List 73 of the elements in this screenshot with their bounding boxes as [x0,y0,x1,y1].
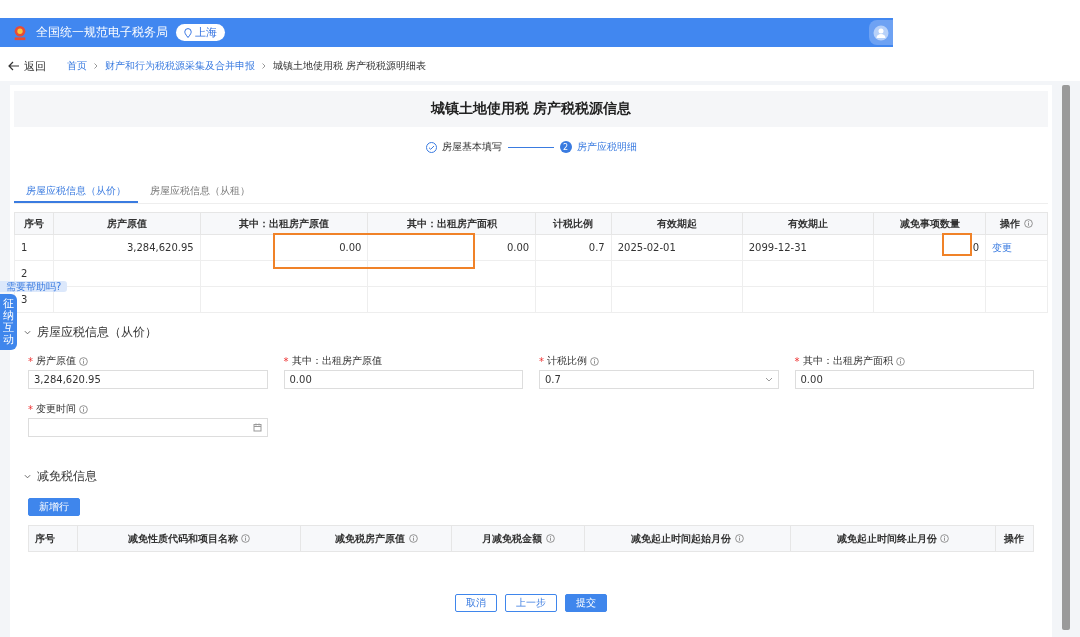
field-label: 其中：出租房产原值 [291,354,382,368]
region-selector[interactable]: 上海 [176,24,225,41]
column-header: 其中：出租房产原值 [239,217,330,229]
arrow-left-icon [8,61,20,71]
table-cell: 1 [21,242,28,253]
column-header: 减免起止时间终止月份 [836,532,937,544]
scrollbar[interactable] [1062,85,1070,630]
column-header: 操作 [1000,217,1021,229]
footer-button[interactable]: 上一步 [505,594,557,612]
field-label: 房产原值 [36,354,76,368]
chevron-right-icon [262,63,266,69]
section-title: 房屋应税信息（从价） [37,323,157,341]
column-header: 减免起止时间起始月份 [631,532,732,544]
column-header: 减免事项数量 [899,217,960,229]
page-title: 城镇土地使用税 房产税税源信息 [430,100,632,118]
help-tooltip[interactable]: 需要帮助吗? [0,281,68,292]
step-item: 2 房产应税明细 [559,140,637,154]
table-cell: 0 [972,242,980,253]
add-row-button[interactable]: 新增行 [28,498,80,516]
location-pin-icon [184,27,192,38]
column-header: 月减免税金额 [482,532,543,544]
column-header: 有效期止 [787,217,828,229]
step-item: 房屋基本填写 [425,140,502,154]
input-field[interactable]: 0.00 [794,370,1034,389]
table-cell: 2025-02-01 [617,242,676,253]
calendar-icon [252,423,262,432]
column-header: 序号 [35,532,55,544]
column-header: 其中：出租房产面积 [406,217,497,229]
table-cell: 0.00 [339,242,362,253]
user-icon[interactable] [873,24,889,41]
submit-button[interactable]: 提交 [565,594,607,612]
chevron-down-icon[interactable] [24,473,31,479]
column-header: 减免性质代码和项目名称 [127,532,238,544]
date-field[interactable] [28,418,268,437]
required-mark: * [28,355,33,367]
side-tab[interactable]: 征纳互动 [0,294,17,351]
table-cell: 3,284,620.95 [126,242,194,253]
breadcrumb-item[interactable]: 财产和行为税税源采集及合并申报 [105,59,255,73]
chevron-right-icon [94,63,98,69]
emblem-icon [12,23,28,42]
required-mark: * [28,403,33,415]
column-header: 房产原值 [106,217,147,229]
section-title: 减免税信息 [37,467,97,485]
footer-button[interactable]: 取消 [455,594,497,612]
required-mark: * [539,355,544,367]
tab[interactable]: 房屋应税信息（从租） [138,181,262,203]
table-cell: 3 [21,294,28,305]
column-header: 计税比例 [553,217,594,229]
field-label: 其中：出租房产面积 [802,354,893,368]
input-field[interactable]: 3,284,620.95 [28,370,268,389]
table-cell: 2 [21,268,28,279]
field-label: 计税比例 [547,354,587,368]
back-link[interactable]: 返回 [8,58,46,74]
select-field[interactable]: 0.7 [539,370,779,389]
tab[interactable]: 房屋应税信息（从价） [14,181,138,203]
column-header: 序号 [23,217,44,229]
column-header: 有效期起 [656,217,697,229]
input-field[interactable]: 0.00 [283,370,523,389]
highlight-frame [942,233,972,256]
table-cell: 0.7 [588,242,605,253]
chevron-down-icon [764,377,773,382]
required-mark: * [283,355,289,367]
chevron-down-icon[interactable] [24,329,31,335]
field-label: 变更时间 [36,402,76,416]
breadcrumb-item[interactable]: 首页 [67,59,87,73]
table-cell: 2099-12-31 [748,242,807,253]
table-cell: 0.00 [506,242,530,253]
change-link[interactable]: 变更 [992,241,1013,253]
column-header: 操作 [1004,532,1025,544]
breadcrumb-item: 城镇土地使用税 房产税税源明细表 [273,59,427,73]
column-header: 减免税房产原值 [335,532,406,544]
required-mark: * [794,355,800,367]
site-title: 全国统一规范电子税务局 [36,24,168,41]
